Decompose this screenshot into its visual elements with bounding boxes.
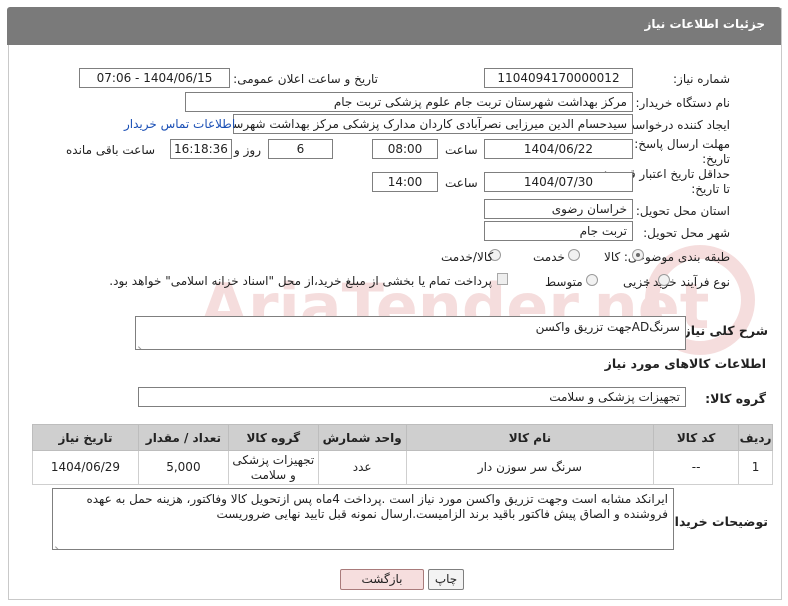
city-field: تربت جام xyxy=(484,221,633,241)
need-number-field: 1104094170000012 xyxy=(484,68,633,88)
col-name-header: نام کالا xyxy=(405,424,655,451)
validity-date-field: 1404/07/30 xyxy=(484,172,633,192)
treasury-payment-note: پرداخت تمام یا بخشی از مبلغ خرید،از محل … xyxy=(109,274,492,288)
page-title: جزئیات اطلاعات نیاز xyxy=(644,17,765,31)
purchase-partial-label: جزیی xyxy=(623,275,651,289)
goods-table: ردیف کد کالا نام کالا واحد شمارش گروه کا… xyxy=(32,424,773,485)
buyer-contact-link[interactable]: اطلاعات تماس خریدار xyxy=(124,117,235,131)
cell-qty: 5,000 xyxy=(137,450,229,485)
need-number-label: شماره نیاز: xyxy=(673,72,730,86)
general-desc-label: شرح کلی نیاز: xyxy=(678,323,768,338)
goods-section-heading: اطلاعات کالاهای مورد نیاز xyxy=(604,356,766,371)
announce-label: تاریخ و ساعت اعلان عمومی: xyxy=(233,72,378,86)
province-label: استان محل تحویل: xyxy=(635,204,730,218)
city-label: شهر محل تحویل: xyxy=(643,226,730,240)
remaining-time-field: 16:18:36 xyxy=(170,139,232,159)
deadline-label: مهلت ارسال پاسخ: تا xyxy=(623,137,730,151)
print-button[interactable]: چاپ xyxy=(428,569,464,590)
purchase-partial-radio[interactable] xyxy=(658,274,670,286)
deadline-label-date: تاریخ: xyxy=(702,152,730,166)
cell-group: تجهیزات پزشکی و سلامت xyxy=(227,450,319,485)
cell-unit: عدد xyxy=(317,450,407,485)
treasury-payment-checkbox[interactable] xyxy=(497,273,508,285)
cell-row: 1 xyxy=(738,450,773,485)
general-desc-field: سرنگADجهت تزریق واکسن xyxy=(135,316,686,350)
buyer-org-label: نام دستگاه خریدار: xyxy=(635,96,731,110)
validity-time-field: 14:00 xyxy=(372,172,438,192)
cell-code: -- xyxy=(653,450,740,485)
col-qty-header: تعداد / مقدار xyxy=(137,424,229,451)
days-remaining-field: 6 xyxy=(268,139,333,159)
back-button[interactable]: بازگشت xyxy=(340,569,424,590)
buyer-org-field: مرکز بهداشت شهرستان تربت جام علوم پزشکی … xyxy=(185,92,633,112)
deadline-time-field: 08:00 xyxy=(372,139,438,159)
cell-name: سرنگ سر سوزن دار xyxy=(405,450,655,485)
title-bar: جزئیات اطلاعات نیاز xyxy=(7,7,781,45)
creator-label: ایجاد کننده درخواست: xyxy=(619,118,730,132)
goods-group-field: تجهیزات پزشکی و سلامت xyxy=(138,387,686,407)
remaining-label: ساعت باقی مانده xyxy=(66,143,156,157)
buyer-notes-label: توضیحات خریدار: xyxy=(662,514,768,529)
col-group-header: گروه کالا xyxy=(227,424,319,451)
purchase-medium-label: متوسط xyxy=(545,275,583,289)
category-service-radio[interactable] xyxy=(568,249,580,261)
creator-field: سیدحسام الدین میرزایی نصرآبادی کاردان مد… xyxy=(233,114,633,134)
col-unit-header: واحد شمارش xyxy=(317,424,407,451)
table-header-row: ردیف کد کالا نام کالا واحد شمارش گروه کا… xyxy=(32,424,773,451)
validity-time-label: ساعت xyxy=(445,176,478,190)
category-goods-label: کالا xyxy=(604,250,621,264)
col-code-header: کد کالا xyxy=(653,424,740,451)
resize-grip-icon[interactable] xyxy=(55,539,63,547)
days-label: روز و xyxy=(234,143,261,157)
deadline-time-label: ساعت xyxy=(445,143,478,157)
buyer-notes-field: ایرانکد مشابه است وجهت تزریق واکسن مورد … xyxy=(52,488,674,550)
province-field: خراسان رضوی xyxy=(484,199,633,219)
resize-grip-icon[interactable] xyxy=(138,339,146,347)
cell-date: 1404/06/29 xyxy=(32,450,139,485)
table-row: 1 -- سرنگ سر سوزن دار عدد تجهیزات پزشکی … xyxy=(32,450,773,485)
buyer-notes-text: ایرانکد مشابه است وجهت تزریق واکسن مورد … xyxy=(86,492,668,521)
col-date-header: تاریخ نیاز xyxy=(32,424,139,451)
purchase-medium-radio[interactable] xyxy=(586,274,598,286)
validity-label-date: تا تاریخ: xyxy=(691,182,730,196)
col-row-header: ردیف xyxy=(738,424,773,451)
general-desc-text: سرنگADجهت تزریق واکسن xyxy=(535,320,680,334)
category-goods-radio[interactable] xyxy=(632,249,644,261)
announce-date-field: 1404/06/15 - 07:06 xyxy=(79,68,230,88)
category-both-label: کالا/خدمت xyxy=(441,250,494,264)
category-service-label: خدمت xyxy=(533,250,565,264)
goods-group-label: گروه کالا: xyxy=(705,391,766,406)
deadline-date-field: 1404/06/22 xyxy=(484,139,633,159)
